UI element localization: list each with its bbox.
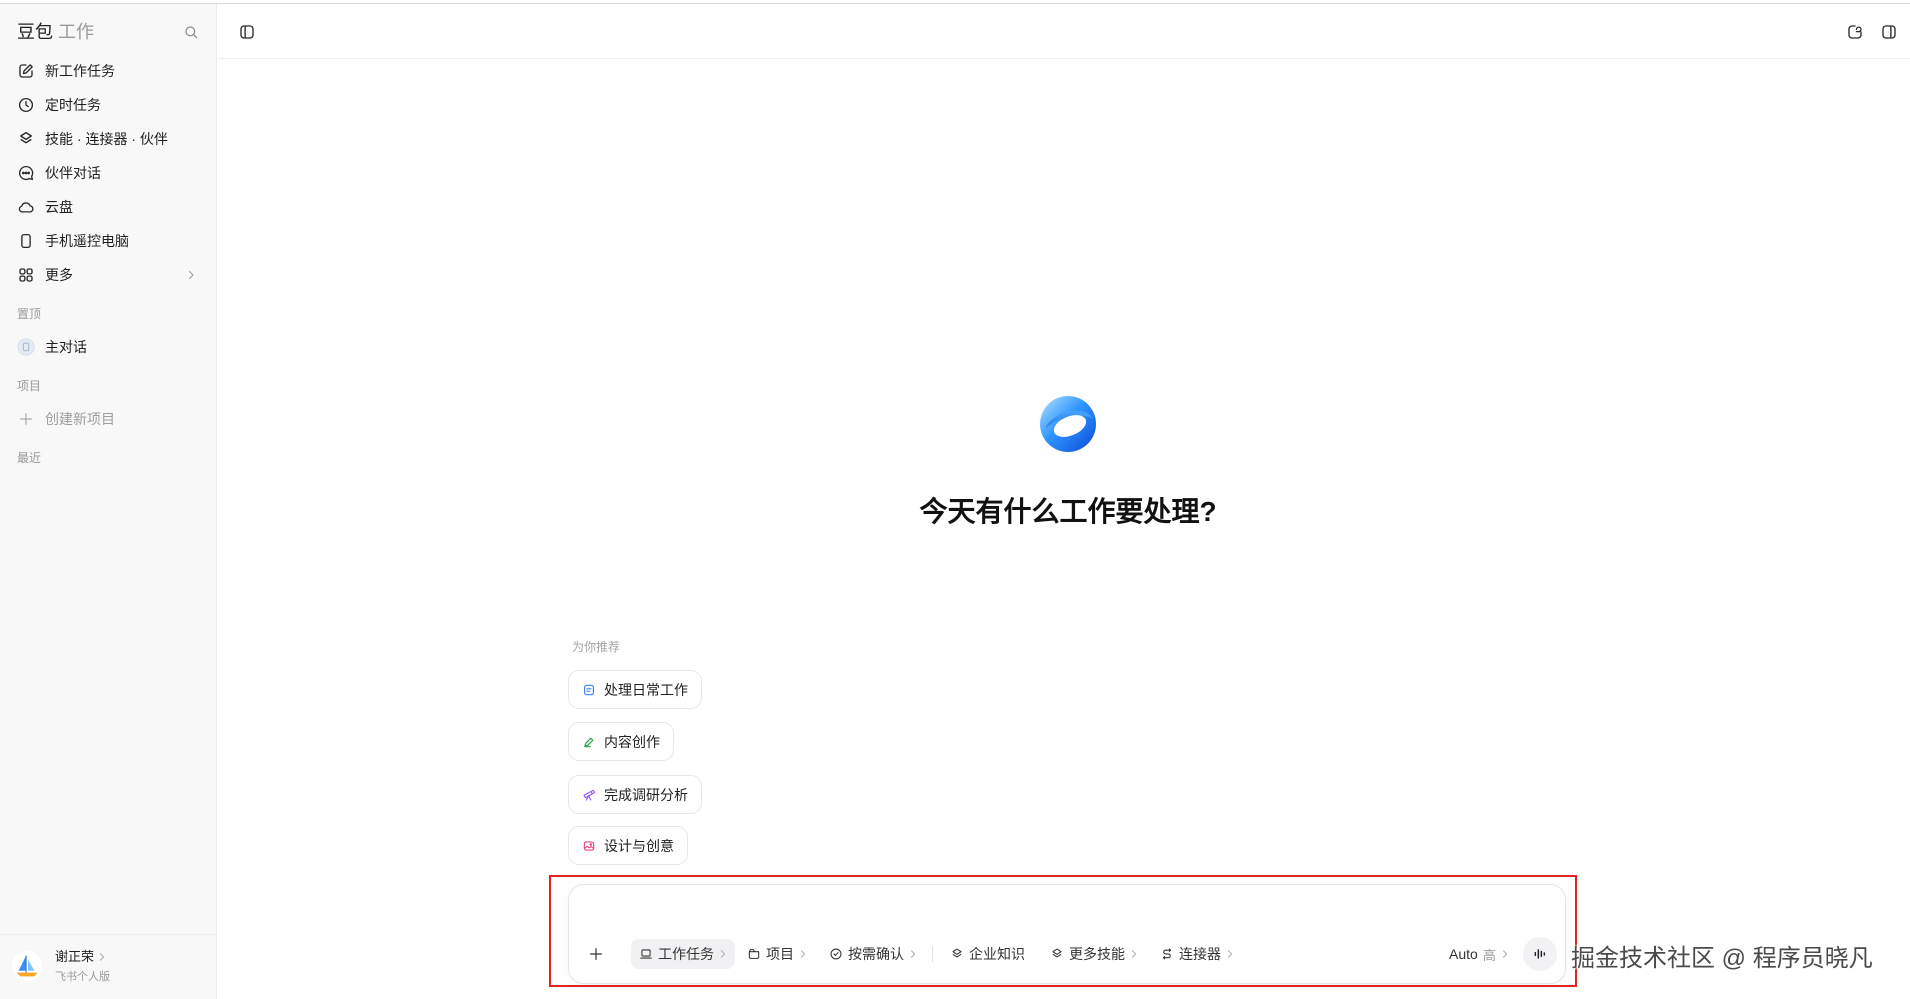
header-divider — [218, 58, 1910, 59]
sidebar-item-label: 新工作任务 — [45, 63, 115, 79]
sidebar-item-label: 伙伴对话 — [45, 165, 101, 181]
folder-icon — [747, 947, 761, 961]
suggestion-design-creative[interactable]: 设计与创意 — [568, 826, 688, 865]
right-panel-toggle-icon[interactable] — [1880, 23, 1898, 41]
section-heading-recent: 最近 — [17, 451, 42, 465]
user-avatar[interactable] — [12, 951, 42, 981]
section-heading-projects: 项目 — [17, 379, 42, 393]
chevron-right-icon — [98, 952, 106, 962]
tool-work-task[interactable]: 工作任务 — [631, 939, 735, 969]
user-plan: 飞书个人版 — [55, 971, 110, 983]
tool-label: 企业知识 — [969, 946, 1025, 962]
suggestion-label: 处理日常工作 — [604, 681, 688, 698]
pinned-item-label: 主对话 — [45, 339, 87, 355]
sidebar-item-skills[interactable]: 技能 · 连接器 · 伙伴 — [0, 122, 216, 156]
layers-icon — [1050, 947, 1064, 961]
chevron-right-icon — [185, 269, 197, 281]
suggestion-label: 完成调研分析 — [604, 786, 688, 803]
recommend-heading: 为你推荐 — [572, 640, 621, 654]
pinned-item-main-chat[interactable]: 主对话 — [0, 330, 216, 364]
add-attachment-icon[interactable] — [588, 946, 604, 962]
voice-input-button[interactable] — [1523, 937, 1557, 971]
sidebar-divider — [0, 934, 216, 935]
chat-avatar-icon — [17, 338, 35, 356]
new-window-icon[interactable] — [1846, 23, 1864, 41]
sidebar-item-label: 技能 · 连接器 · 伙伴 — [45, 131, 168, 147]
suggestion-research-analysis[interactable]: 完成调研分析 — [568, 775, 702, 814]
section-heading-pinned: 置顶 — [17, 307, 42, 321]
sidebar-item-label: 手机遥控电脑 — [45, 233, 129, 249]
edit-icon — [17, 62, 35, 80]
create-project-label: 创建新项目 — [45, 411, 115, 427]
tool-label: 工作任务 — [658, 946, 714, 962]
model-selector[interactable]: Auto 高 — [1449, 939, 1509, 969]
sidebar-item-new-task[interactable]: 新工作任务 — [0, 54, 216, 88]
chevron-right-icon — [799, 949, 807, 959]
layers-icon — [17, 130, 35, 148]
clock-icon — [17, 96, 35, 114]
page-title: 今天有什么工作要处理? — [919, 496, 1217, 527]
sound-wave-icon — [1532, 946, 1548, 962]
app-brand-suffix: 工作 — [58, 22, 94, 42]
sidebar-nav: 新工作任务 定时任务 技能 · 连接器 · 伙伴 伙伴对话 云盘 手机遥控电脑 … — [0, 54, 216, 292]
cloud-icon — [17, 198, 35, 216]
sidebar-item-label: 更多 — [45, 267, 73, 283]
chat-bubble-icon — [17, 164, 35, 182]
suggestion-label: 设计与创意 — [604, 837, 674, 854]
chevron-right-icon — [1226, 949, 1234, 959]
tool-label: 项目 — [766, 946, 794, 962]
sidebar-item-partner-chat[interactable]: 伙伴对话 — [0, 156, 216, 190]
chevron-right-icon — [1130, 949, 1138, 959]
app-brand: 豆包 — [17, 22, 53, 42]
chevron-right-icon — [1501, 949, 1509, 959]
user-menu[interactable]: 谢正荣 — [55, 949, 106, 965]
telescope-icon — [582, 788, 596, 802]
sidebar-item-remote-pc[interactable]: 手机遥控电脑 — [0, 224, 216, 258]
suggestion-label: 内容创作 — [604, 733, 660, 750]
check-circle-icon — [829, 947, 843, 961]
document-icon — [582, 683, 596, 697]
tool-label: 按需确认 — [848, 946, 904, 962]
window-top-rule — [0, 3, 1910, 4]
sidebar-item-cloud-drive[interactable]: 云盘 — [0, 190, 216, 224]
laptop-icon — [639, 947, 653, 961]
toolbar-divider — [932, 946, 933, 962]
user-name: 谢正荣 — [55, 949, 95, 964]
suggestion-content-creation[interactable]: 内容创作 — [568, 722, 674, 761]
sidebar-toggle-icon[interactable] — [238, 23, 256, 41]
tool-connector[interactable]: 连接器 — [1160, 939, 1234, 969]
tool-enterprise-knowledge[interactable]: 企业知识 — [950, 939, 1025, 969]
connector-icon — [1160, 947, 1174, 961]
tool-label: 更多技能 — [1069, 946, 1125, 962]
app-title: 豆包 工作 — [17, 20, 94, 44]
chevron-right-icon — [719, 949, 727, 959]
image-icon — [582, 839, 596, 853]
sidebar-item-scheduled[interactable]: 定时任务 — [0, 88, 216, 122]
sidebar: 豆包 工作 新工作任务 定时任务 技能 · 连接器 · 伙伴 伙伴对话 云盘 手机… — [0, 4, 217, 999]
watermark: 掘金技术社区 @ 程序员晓凡 — [1571, 945, 1873, 972]
layers-icon — [950, 947, 964, 961]
sidebar-item-label: 定时任务 — [45, 97, 101, 113]
plus-icon — [18, 411, 34, 427]
prompt-input[interactable] — [568, 884, 1566, 984]
tool-project[interactable]: 项目 — [747, 939, 807, 969]
sidebar-item-label: 云盘 — [45, 199, 73, 215]
create-project-button[interactable]: 创建新项目 — [0, 402, 216, 436]
pen-icon — [582, 735, 596, 749]
model-level: 高 — [1482, 947, 1496, 963]
tool-label: 连接器 — [1179, 946, 1221, 962]
suggestion-daily-work[interactable]: 处理日常工作 — [568, 670, 702, 709]
tool-more-skills[interactable]: 更多技能 — [1050, 939, 1138, 969]
sidebar-item-more[interactable]: 更多 — [0, 258, 216, 292]
grid-icon — [17, 266, 35, 284]
brand-logo — [1035, 391, 1101, 457]
phone-icon — [17, 232, 35, 250]
chevron-right-icon — [909, 949, 917, 959]
model-name: Auto — [1449, 946, 1478, 962]
tool-confirm-on-demand[interactable]: 按需确认 — [829, 939, 917, 969]
search-icon[interactable] — [183, 24, 199, 40]
